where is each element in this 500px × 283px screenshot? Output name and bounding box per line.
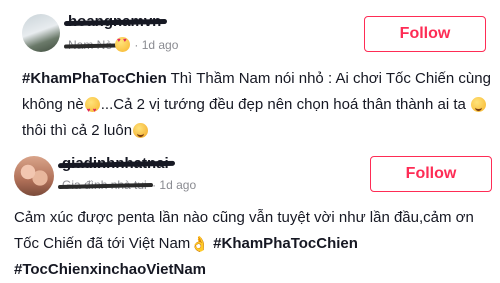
avatar[interactable] xyxy=(22,14,60,52)
smiling-face-with-hearts-emoji xyxy=(115,37,131,52)
follow-button[interactable]: Follow xyxy=(364,16,486,52)
comment-card: hoangnamvn Nam Nè · 1d ago Follow #KhamP… xyxy=(0,0,500,142)
comment-text-part: thôi thì cả 2 luôn xyxy=(22,122,133,139)
avatar[interactable] xyxy=(14,156,54,196)
comment-meta: Nam Nè · 1d ago xyxy=(63,37,179,52)
timestamp: · 1d ago xyxy=(152,178,197,192)
hashtag-link[interactable]: #KhamPhaTocChien xyxy=(209,235,358,252)
username[interactable]: hoangnamvn xyxy=(63,13,168,30)
comment-card: giadinhnhatnai Gia đình nhà tui · 1d ago… xyxy=(0,142,500,282)
ok-hand-emoji: 👌 xyxy=(190,236,209,253)
comment-text-part: ...Cả 2 vị tướng đều đẹp nên chọn hoá th… xyxy=(100,96,471,113)
display-name: Gia đình nhà tui xyxy=(57,178,153,192)
smiling-face-with-hearts-emoji xyxy=(84,97,100,124)
comment-text: #KhamPhaTocChien Thì Thầm Nam nói nhỏ : … xyxy=(22,66,492,144)
smiling-face-emoji xyxy=(471,97,487,112)
hashtag-link[interactable]: #KhamPhaTocChien xyxy=(22,70,167,87)
hashtag-link[interactable]: #TocChienxinchaoVietNam xyxy=(14,261,206,278)
comment-text: Cảm xúc được penta lần nào cũng vẫn tuyệ… xyxy=(14,205,494,283)
username[interactable]: giadinhnhatnai xyxy=(57,155,175,172)
timestamp: · 1d ago xyxy=(134,38,179,52)
comment-meta: Gia đình nhà tui · 1d ago xyxy=(57,178,197,192)
rolling-laughing-emoji xyxy=(133,123,149,138)
display-name: Nam Nè xyxy=(63,38,119,52)
follow-button[interactable]: Follow xyxy=(370,156,492,192)
